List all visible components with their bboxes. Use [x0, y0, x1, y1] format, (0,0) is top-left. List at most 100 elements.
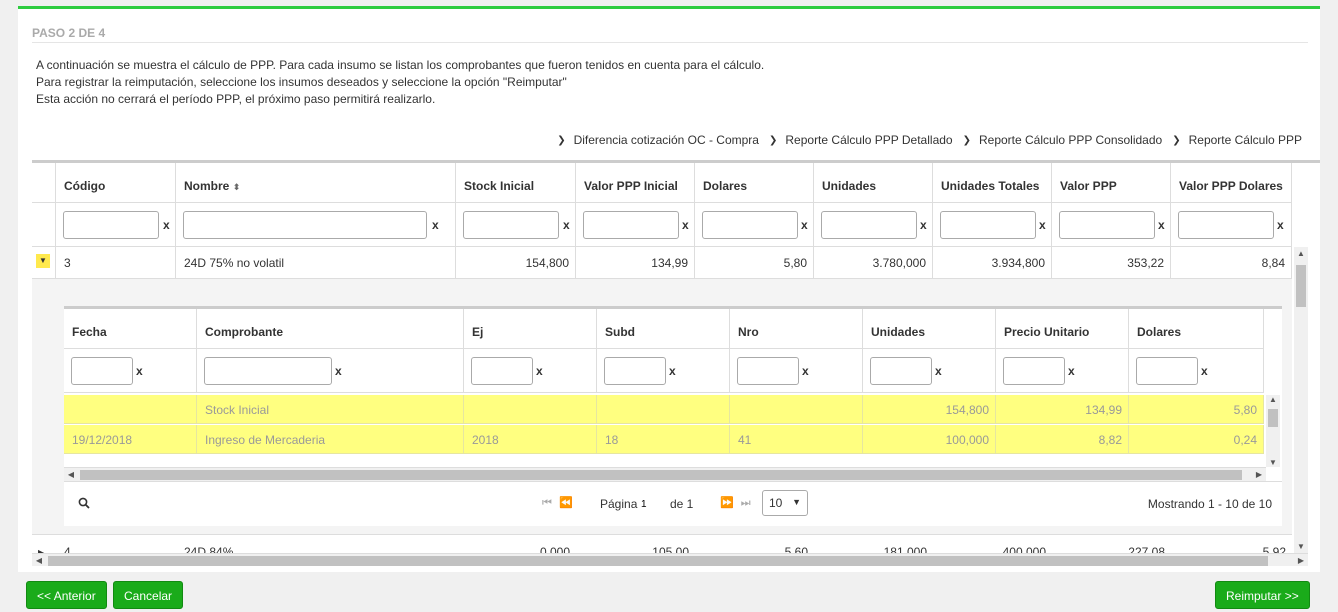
col-header-comprobante[interactable]: Comprobante: [197, 309, 464, 349]
filter-nro-input[interactable]: [737, 357, 799, 385]
cancel-button[interactable]: Cancelar: [113, 581, 184, 609]
clear-filter-icon[interactable]: x: [801, 218, 808, 232]
cell-nombre: 24D 84%: [184, 545, 234, 555]
scroll-thumb[interactable]: [80, 470, 1242, 480]
scroll-down-icon[interactable]: ▼: [1266, 458, 1280, 467]
filter-dolares-input[interactable]: [1136, 357, 1198, 385]
clear-filter-icon[interactable]: x: [682, 218, 689, 232]
scroll-right-icon[interactable]: ▶: [1294, 554, 1308, 566]
scroll-left-icon[interactable]: ◀: [64, 468, 78, 482]
clear-filter-icon[interactable]: x: [536, 364, 543, 378]
first-prev-page-icons[interactable]: ⏮ ⏪: [542, 496, 575, 510]
col-header-valor-ppp-inicial[interactable]: Valor PPP Inicial: [576, 163, 695, 203]
filter-stock-inicial-input[interactable]: [463, 211, 559, 239]
filter-valor-ppp-dolares: x: [1171, 203, 1292, 247]
detail-vertical-scrollbar[interactable]: ▲ ▼: [1266, 395, 1280, 467]
scroll-thumb[interactable]: [1296, 265, 1306, 307]
col-header-fecha[interactable]: Fecha: [64, 309, 197, 349]
scroll-thumb[interactable]: [48, 556, 1268, 566]
table-row[interactable]: Stock Inicial 154,800 134,99 5,80: [64, 395, 1264, 424]
col-header-stock-inicial[interactable]: Stock Inicial: [456, 163, 576, 203]
filter-comprobante-input[interactable]: [204, 357, 332, 385]
next-last-page-icons[interactable]: ⏩ ⏭: [720, 496, 753, 510]
grid-horizontal-scrollbar[interactable]: ◀ ▶: [32, 553, 1308, 566]
filter-ej-input[interactable]: [471, 357, 533, 385]
clear-filter-icon[interactable]: x: [1277, 218, 1284, 232]
col-header-subd[interactable]: Subd: [597, 309, 730, 349]
grid-vertical-scrollbar[interactable]: ▲ ▼: [1294, 247, 1308, 553]
filter-subd-input[interactable]: [604, 357, 666, 385]
filter-nombre-input[interactable]: [183, 211, 427, 239]
clear-filter-icon[interactable]: x: [163, 218, 170, 232]
col-header-valor-ppp-dolares[interactable]: Valor PPP Dolares: [1171, 163, 1292, 203]
cell-codigo: 4: [64, 545, 71, 555]
table-row[interactable]: ▼ 3 24D 75% no volatil 154,800 134,99 5,…: [32, 247, 1292, 279]
filter-unidades-input[interactable]: [870, 357, 932, 385]
filter-codigo-input[interactable]: [63, 211, 159, 239]
link-reporte-calculo[interactable]: ❯ Reporte Cálculo PPP: [1172, 133, 1302, 147]
clear-filter-icon[interactable]: x: [1158, 218, 1165, 232]
page-number-input[interactable]: [639, 496, 665, 512]
filter-valor-ppp: x: [1052, 203, 1171, 247]
link-reporte-detallado[interactable]: ❯ Reporte Cálculo PPP Detallado: [769, 133, 953, 147]
col-header-nro[interactable]: Nro: [730, 309, 863, 349]
scroll-up-icon[interactable]: ▲: [1266, 395, 1280, 404]
clear-filter-icon[interactable]: x: [669, 364, 676, 378]
clear-filter-icon[interactable]: x: [335, 364, 342, 378]
col-header-ej[interactable]: Ej: [464, 309, 597, 349]
col-header-valor-ppp[interactable]: Valor PPP: [1052, 163, 1171, 203]
page-size-select[interactable]: 10 ▼: [762, 490, 808, 516]
clear-filter-icon[interactable]: x: [1068, 364, 1075, 378]
expand-row-icon[interactable]: ▸: [32, 535, 56, 555]
scroll-up-icon[interactable]: ▲: [1294, 249, 1308, 258]
cell-fecha: [64, 395, 197, 424]
clear-filter-icon[interactable]: x: [1201, 364, 1208, 378]
clear-filter-icon[interactable]: x: [935, 364, 942, 378]
link-diferencia-cotizacion[interactable]: ❯ Diferencia cotización OC - Compra: [557, 133, 759, 147]
filter-valor-ppp-inicial-input[interactable]: [583, 211, 679, 239]
link-reporte-consolidado[interactable]: ❯ Reporte Cálculo PPP Consolidado: [963, 133, 1163, 147]
col-header-dolares[interactable]: Dolares: [695, 163, 814, 203]
col-header-unidades-totales[interactable]: Unidades Totales: [933, 163, 1052, 203]
filter-comprobante: x: [197, 349, 464, 393]
detail-horizontal-scrollbar[interactable]: ◀ ▶: [64, 467, 1266, 481]
previous-button[interactable]: << Anterior: [26, 581, 107, 609]
filter-unidades-totales-input[interactable]: [940, 211, 1036, 239]
filter-unidades-input[interactable]: [821, 211, 917, 239]
col-header-dolares[interactable]: Dolares: [1129, 309, 1264, 349]
col-header-unidades[interactable]: Unidades: [863, 309, 996, 349]
table-row[interactable]: 19/12/2018 Ingreso de Mercaderia 2018 18…: [64, 425, 1264, 454]
detail-pager: ⏮ ⏪ Página de 1 ⏩ ⏭ 10▼ Mostrando 1 - 10…: [64, 481, 1282, 526]
scroll-left-icon[interactable]: ◀: [32, 554, 46, 566]
clear-filter-icon[interactable]: x: [432, 218, 439, 232]
filter-precio-unitario: x: [996, 349, 1129, 393]
scroll-down-icon[interactable]: ▼: [1294, 542, 1308, 551]
col-header-precio-unitario[interactable]: Precio Unitario: [996, 309, 1129, 349]
col-header-nombre[interactable]: Nombre ⬍: [176, 163, 456, 203]
filter-valor-ppp-input[interactable]: [1059, 211, 1155, 239]
clear-filter-icon[interactable]: x: [1039, 218, 1046, 232]
clear-filter-icon[interactable]: x: [136, 364, 143, 378]
cell-dolares: 5,60: [784, 545, 808, 555]
search-icon[interactable]: [78, 497, 90, 512]
detail-filter-row: x x x x x x x x: [64, 349, 1264, 393]
cell-dolares: 5,80: [695, 247, 814, 279]
col-header-unidades[interactable]: Unidades: [814, 163, 933, 203]
cell-valor-ppp-dolares: 8,84: [1171, 247, 1292, 279]
cell-valor-ppp: 353,22: [1052, 247, 1171, 279]
filter-dolares-input[interactable]: [702, 211, 798, 239]
scroll-right-icon[interactable]: ▶: [1252, 468, 1266, 482]
clear-filter-icon[interactable]: x: [802, 364, 809, 378]
reimputar-button[interactable]: Reimputar >>: [1215, 581, 1310, 609]
table-row[interactable]: ▸ 4 24D 84% 0,000 105,00 5,60 181,000 40…: [32, 535, 1292, 555]
filter-fecha-input[interactable]: [71, 357, 133, 385]
detail-header-row: Fecha Comprobante Ej Subd Nro Unidades P…: [64, 309, 1264, 349]
collapse-row-icon[interactable]: ▼: [36, 254, 50, 268]
clear-filter-icon[interactable]: x: [920, 218, 927, 232]
clear-filter-icon[interactable]: x: [563, 218, 570, 232]
filter-precio-unitario-input[interactable]: [1003, 357, 1065, 385]
filter-valor-ppp-dolares-input[interactable]: [1178, 211, 1274, 239]
scroll-thumb[interactable]: [1268, 409, 1278, 427]
page-label: Página: [600, 497, 638, 511]
col-header-codigo[interactable]: Código: [56, 163, 176, 203]
